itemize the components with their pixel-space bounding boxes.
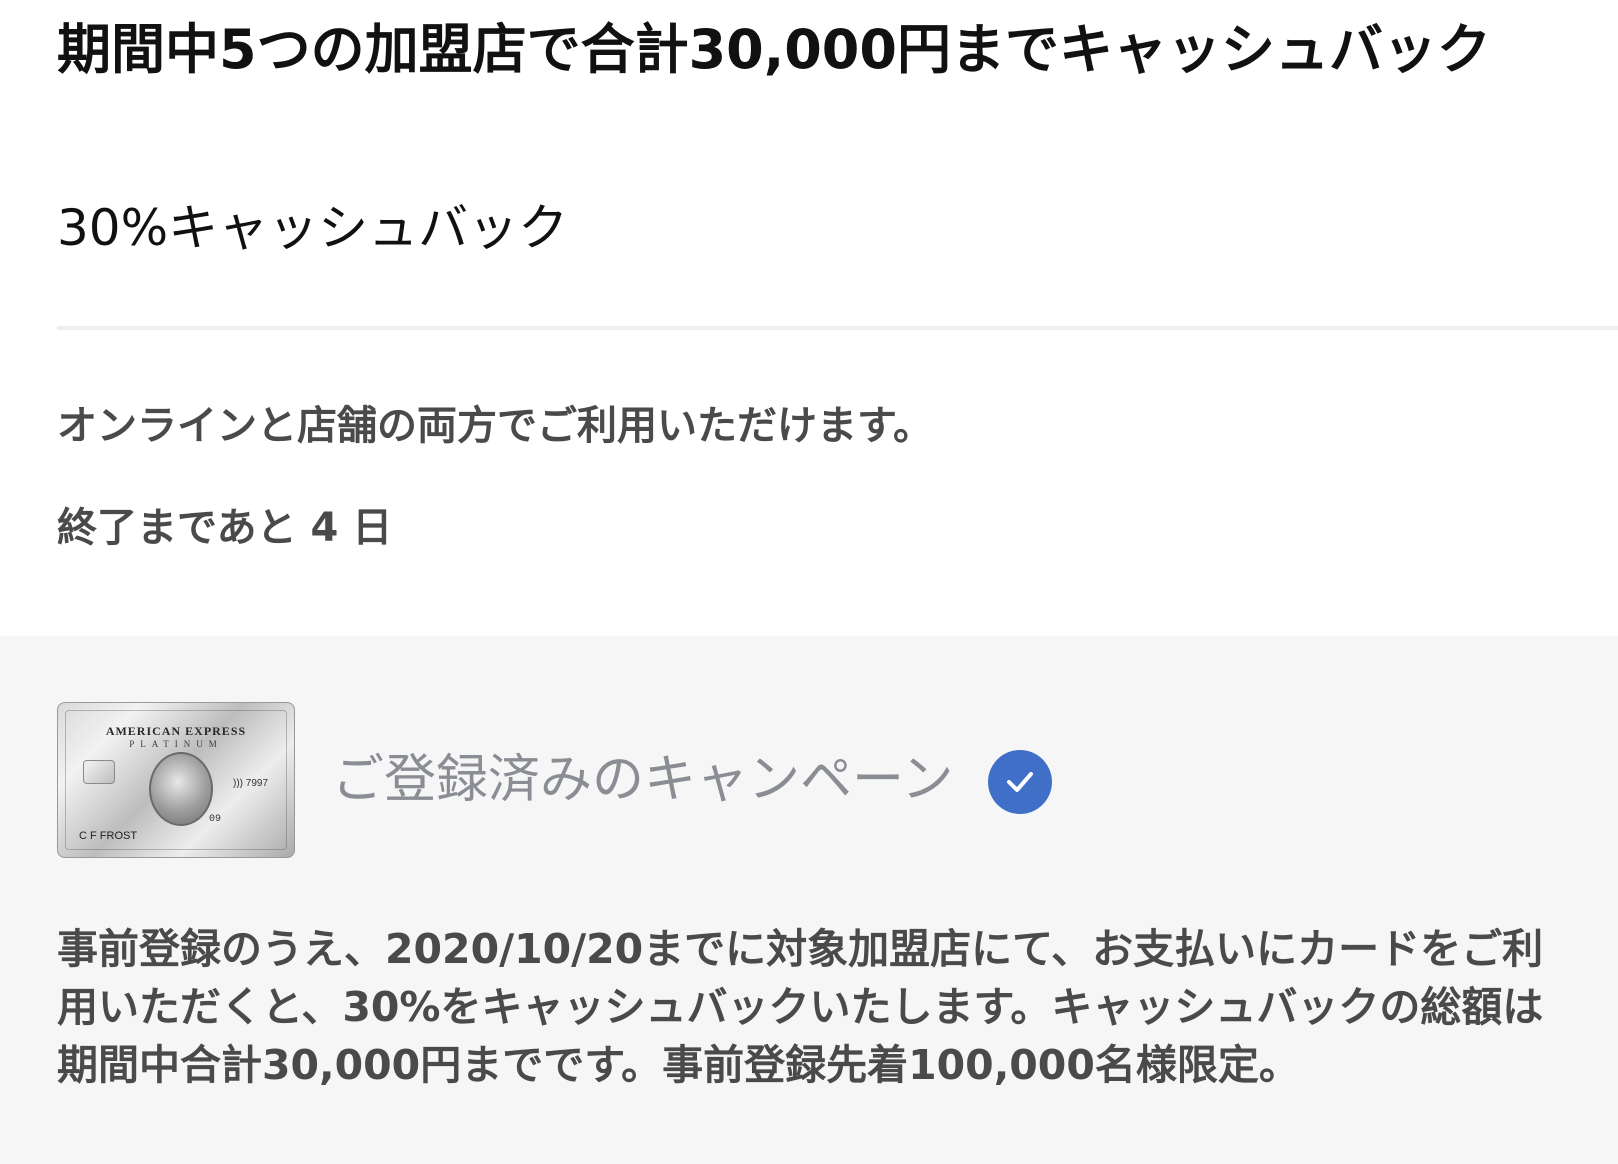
card-brand: AMERICAN EXPRESS <box>105 724 247 738</box>
registered-status-label: ご登録済みのキャンペーン <box>332 750 954 810</box>
enrollment-panel: AMERICAN EXPRESS PLATINUM ))) 7997 09 C … <box>0 636 1618 1164</box>
check-icon <box>1007 772 1033 792</box>
card-image: AMERICAN EXPRESS PLATINUM ))) 7997 09 C … <box>57 702 295 858</box>
offer-header: 期間中5つの加盟店で合計30,000円までキャッシュバック 30%キャッシュバッ… <box>0 0 1618 636</box>
card-chip-icon <box>83 760 115 784</box>
offer-subtitle: 30%キャッシュバック <box>57 199 569 257</box>
contactless-icon: ))) <box>233 778 243 789</box>
offer-detail-page: 期間中5つの加盟店で合計30,000円までキャッシュバック 30%キャッシュバッ… <box>0 0 1618 1164</box>
offer-title: 期間中5つの加盟店で合計30,000円までキャッシュバック <box>57 18 1491 81</box>
card-holder: C F FROST <box>79 830 138 842</box>
centurion-portrait-icon <box>149 752 213 826</box>
channel-note: オンラインと店舗の両方でご利用いただけます。 <box>57 403 933 449</box>
card-tier: PLATINUM <box>129 739 223 749</box>
card-valid: 09 <box>209 814 222 825</box>
remaining-days: 終了まであと 4 日 <box>57 505 393 551</box>
offer-terms: 事前登録のうえ、2020/10/20までに対象加盟店にて、お支払いにカードをご利… <box>57 925 1544 1089</box>
divider <box>57 326 1618 330</box>
card-number-text: 7997 <box>245 778 269 789</box>
check-circle-icon <box>988 750 1052 814</box>
card-number-fragment: ))) 7997 <box>233 778 268 789</box>
